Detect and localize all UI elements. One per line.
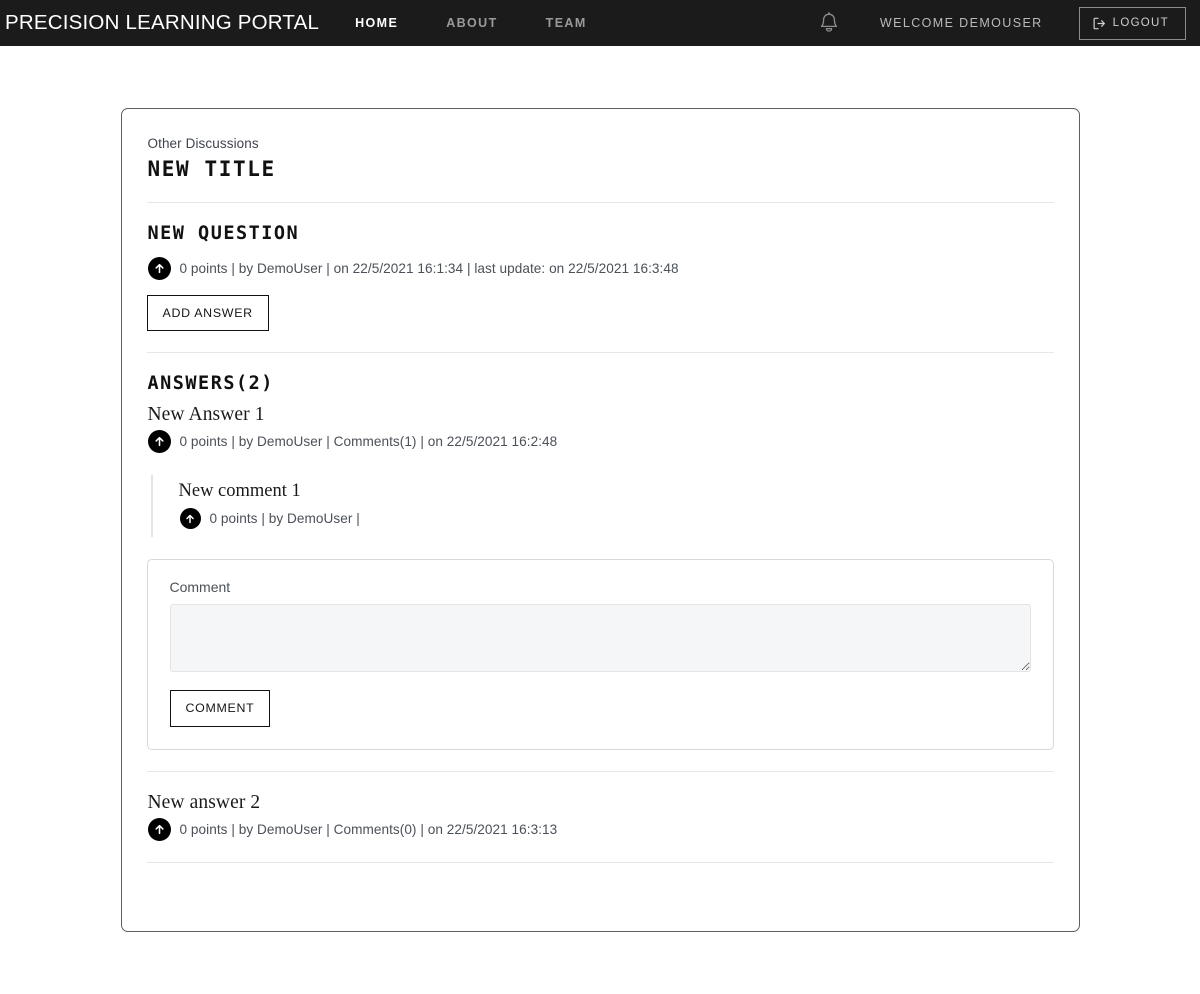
breadcrumb-other-discussions[interactable]: Other Discussions — [148, 136, 259, 151]
comment-meta-row: 0 points | by DemoUser | — [179, 508, 1054, 530]
comment-field-label: Comment — [169, 579, 231, 596]
answer-body: New answer 2 — [147, 791, 261, 813]
question-title: NEW QUESTION — [147, 223, 300, 244]
comment-form: Comment COMMENT — [146, 559, 1054, 750]
bell-icon — [820, 11, 838, 32]
page-body: Other Discussions NEW TITLE NEW QUESTION… — [0, 108, 1200, 932]
site-brand[interactable]: PRECISION LEARNING PORTAL — [0, 11, 319, 35]
nav-link-team[interactable]: TEAM — [546, 10, 587, 36]
arrow-up-icon — [154, 263, 164, 274]
add-answer-button[interactable]: ADD ANSWER — [146, 295, 269, 332]
comment-item: New comment 1 0 points | by DemoUser | — [150, 475, 1054, 538]
question-section: NEW QUESTION 0 points | by DemoUser | on… — [146, 223, 1054, 332]
arrow-up-icon — [154, 824, 164, 834]
comment-meta-text: 0 points | by DemoUser | — [209, 511, 360, 527]
top-navbar: PRECISION LEARNING PORTAL HOME ABOUT TEA… — [0, 0, 1200, 46]
answer-upvote-button[interactable] — [147, 430, 171, 454]
question-meta-row: 0 points | by DemoUser | on 22/5/2021 16… — [147, 257, 1054, 280]
answer-item-2: New answer 2 0 points | by DemoUser | Co… — [147, 792, 1054, 841]
primary-nav: HOME ABOUT TEAM — [355, 10, 635, 36]
notifications-button[interactable] — [812, 6, 846, 40]
nav-link-home[interactable]: HOME — [355, 10, 398, 36]
answer-item-1: New Answer 1 0 points | by DemoUser | Co… — [146, 404, 1054, 750]
question-meta-text: 0 points | by DemoUser | on 22/5/2021 16… — [179, 261, 679, 276]
submit-comment-button[interactable]: COMMENT — [169, 690, 271, 727]
navbar-right-group: WELCOME DEMOUSER LOGOUT — [812, 6, 1186, 40]
divider-under-title — [146, 202, 1054, 203]
logout-label: LOGOUT — [1112, 17, 1169, 29]
logout-button[interactable]: LOGOUT — [1078, 6, 1186, 40]
nav-link-about[interactable]: ABOUT — [446, 10, 497, 36]
comment-input[interactable] — [169, 604, 1031, 673]
welcome-message: WELCOME DEMOUSER — [879, 16, 1043, 30]
answer-meta-row: 0 points | by DemoUser | Comments(0) | o… — [147, 817, 1054, 841]
answer-meta-text: 0 points | by DemoUser | Comments(1) | o… — [179, 434, 558, 450]
answers-heading: ANSWERS(2) — [147, 373, 274, 395]
question-upvote-button[interactable] — [147, 257, 171, 280]
arrow-up-icon — [186, 514, 194, 524]
answer-upvote-button[interactable] — [147, 817, 171, 841]
divider-below-last-answer — [146, 861, 1054, 863]
answer-meta-row: 0 points | by DemoUser | Comments(1) | o… — [147, 430, 1054, 454]
sign-out-icon — [1093, 17, 1105, 29]
answer-body: New Answer 1 — [147, 404, 265, 426]
discussion-card: Other Discussions NEW TITLE NEW QUESTION… — [120, 108, 1080, 932]
divider-above-answers — [146, 352, 1054, 354]
arrow-up-icon — [154, 437, 164, 447]
comment-body: New comment 1 — [178, 481, 301, 502]
comment-upvote-button[interactable] — [179, 508, 201, 530]
answer-meta-text: 0 points | by DemoUser | Comments(0) | o… — [179, 821, 558, 837]
page-title: NEW TITLE — [147, 157, 276, 181]
divider-between-answers — [146, 770, 1054, 772]
